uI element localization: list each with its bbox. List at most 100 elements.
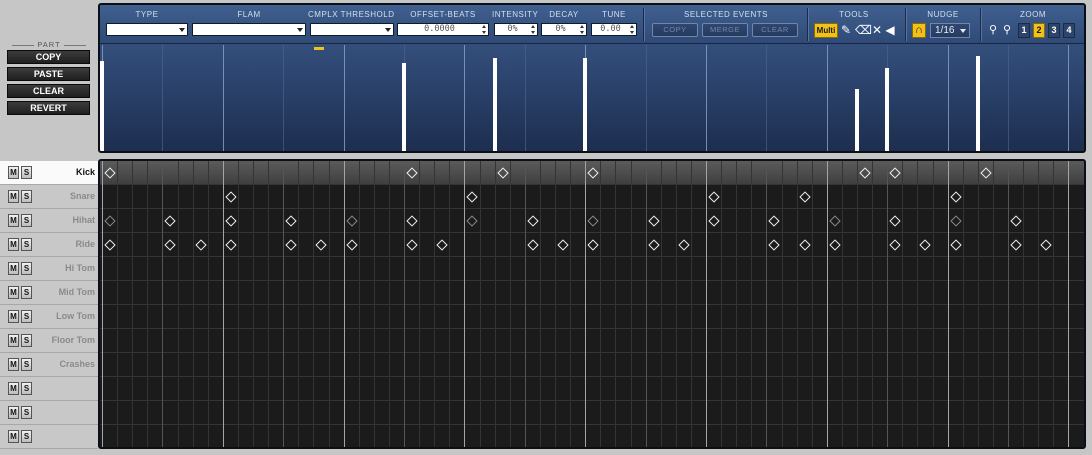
grid-line <box>1038 161 1039 447</box>
mute-button[interactable]: M <box>8 286 19 299</box>
track-row[interactable]: M S Ride <box>0 233 98 257</box>
mute-button[interactable]: M <box>8 310 19 323</box>
mute-button[interactable]: M <box>8 238 19 251</box>
part-revert-button[interactable]: REVERT <box>7 101 90 115</box>
track-row[interactable]: MS <box>0 425 98 449</box>
grid-line <box>600 161 601 447</box>
grid-line <box>963 161 964 447</box>
solo-button[interactable]: S <box>21 286 32 299</box>
part-copy-button[interactable]: COPY <box>7 50 90 64</box>
zoom-level-1-button[interactable]: 1 <box>1018 23 1030 38</box>
mute-button[interactable]: M <box>8 406 19 419</box>
track-row[interactable]: MS <box>0 401 98 425</box>
solo-button[interactable]: S <box>21 166 32 179</box>
merge-events-button[interactable]: MERGE <box>702 23 748 37</box>
zoom-level-3-button[interactable]: 3 <box>1048 23 1060 38</box>
track-row[interactable]: M S Floor Tom <box>0 329 98 353</box>
grid-line <box>117 161 118 447</box>
track-row[interactable]: M S Crashes <box>0 353 98 377</box>
velocity-bar[interactable] <box>976 56 980 151</box>
velocity-bar[interactable] <box>583 58 587 151</box>
track-row[interactable]: M S Mid Tom <box>0 281 98 305</box>
mute-button[interactable]: M <box>8 166 19 179</box>
track-row[interactable]: M S Hi Tom <box>0 257 98 281</box>
spinner-icon[interactable] <box>580 25 585 34</box>
track-row[interactable]: M S Hihat <box>0 209 98 233</box>
track-row[interactable]: M S Kick <box>0 161 98 185</box>
zoom-out-icon[interactable]: ⚲ <box>986 23 1000 38</box>
velocity-bar[interactable] <box>855 89 859 151</box>
solo-button[interactable]: S <box>21 310 32 323</box>
pattern-grid[interactable] <box>100 161 1084 447</box>
track-row[interactable]: MS <box>0 377 98 401</box>
grid-line <box>525 161 526 447</box>
intensity-input[interactable]: 0% <box>494 23 538 36</box>
clear-events-button[interactable]: CLEAR <box>752 23 798 37</box>
mute-button[interactable]: M <box>8 214 19 227</box>
mute-button[interactable]: M <box>8 190 19 203</box>
pencil-icon[interactable]: ✎ <box>839 23 853 38</box>
solo-button[interactable]: S <box>21 430 32 443</box>
part-clear-button[interactable]: CLEAR <box>7 84 90 98</box>
solo-button[interactable]: S <box>21 358 32 371</box>
velocity-bar[interactable] <box>493 58 497 151</box>
flam-dropdown[interactable] <box>192 23 306 36</box>
spinner-icon[interactable] <box>630 25 635 34</box>
track-name: Kick <box>75 167 95 177</box>
cmplx-threshold-dropdown[interactable] <box>310 23 394 36</box>
part-buttons: COPY PASTE CLEAR REVERT <box>7 50 91 115</box>
grid-line <box>268 161 269 447</box>
grid-line <box>1053 161 1054 447</box>
grid-line <box>615 161 616 447</box>
velocity-grid-line <box>646 45 647 151</box>
offset-beats-input[interactable]: 0.0000 <box>397 23 489 36</box>
mute-button[interactable]: M <box>8 430 19 443</box>
delete-x-icon[interactable]: ✕ <box>870 23 884 38</box>
track-name: Ride <box>75 239 95 249</box>
mute-button[interactable]: M <box>8 382 19 395</box>
mute-button[interactable]: M <box>8 262 19 275</box>
grid-line <box>480 161 481 447</box>
zoom-level-4-button[interactable]: 4 <box>1063 23 1075 38</box>
eraser-icon[interactable]: ⌫ <box>855 23 872 38</box>
zoom-level-2-button[interactable]: 2 <box>1033 23 1045 38</box>
solo-button[interactable]: S <box>21 190 32 203</box>
track-row[interactable]: M S Snare <box>0 185 98 209</box>
part-paste-button[interactable]: PASTE <box>7 67 90 81</box>
spinner-icon[interactable] <box>531 25 536 34</box>
grid-line <box>147 161 148 447</box>
track-row[interactable]: M S Low Tom <box>0 305 98 329</box>
decay-input[interactable]: 0% <box>541 23 587 36</box>
mute-button[interactable]: M <box>8 334 19 347</box>
chevron-down-icon <box>179 28 185 32</box>
intensity-control: INTENSITY 0% <box>492 5 538 44</box>
zoom-in-icon[interactable]: ⚲ <box>1000 23 1014 38</box>
grid-row <box>100 401 1084 425</box>
grid-line <box>721 161 722 447</box>
solo-button[interactable]: S <box>21 382 32 395</box>
track-name: Mid Tom <box>58 287 95 297</box>
snap-magnet-icon[interactable]: ∩ <box>912 23 926 38</box>
nudge-dropdown[interactable]: 1/16 <box>930 23 970 38</box>
tune-input[interactable]: 0.00 <box>591 23 637 36</box>
grid-row <box>100 329 1084 353</box>
type-dropdown[interactable] <box>106 23 188 36</box>
velocity-lane[interactable] <box>100 45 1084 151</box>
velocity-bar[interactable] <box>100 61 104 151</box>
mute-button[interactable]: M <box>8 358 19 371</box>
solo-button[interactable]: S <box>21 334 32 347</box>
solo-button[interactable]: S <box>21 214 32 227</box>
copy-events-button[interactable]: COPY <box>652 23 698 37</box>
speaker-icon[interactable]: ◀ <box>883 23 897 38</box>
grid-line <box>253 161 254 447</box>
velocity-bar[interactable] <box>885 68 889 151</box>
solo-button[interactable]: S <box>21 262 32 275</box>
solo-button[interactable]: S <box>21 406 32 419</box>
grid-line <box>993 161 994 447</box>
spinner-icon[interactable] <box>482 25 487 34</box>
grid-line <box>812 161 813 447</box>
multi-tool-button[interactable]: Multi <box>814 23 838 38</box>
solo-button[interactable]: S <box>21 238 32 251</box>
track-name: Hihat <box>72 215 96 225</box>
velocity-bar[interactable] <box>402 63 406 151</box>
